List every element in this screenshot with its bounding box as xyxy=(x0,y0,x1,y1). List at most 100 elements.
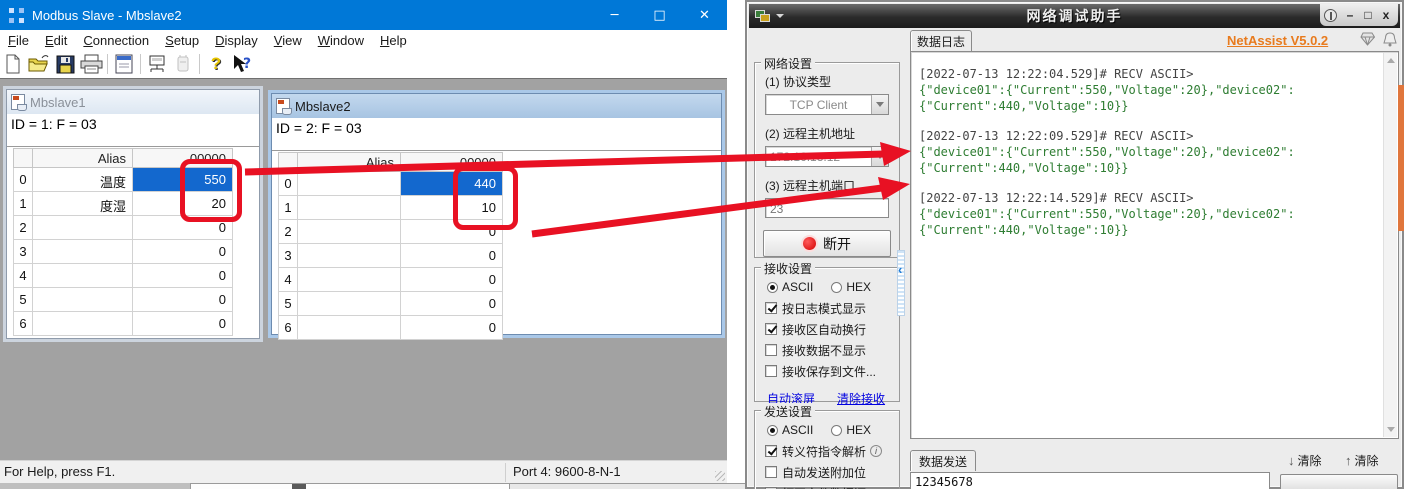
display-setup-icon[interactable] xyxy=(111,52,137,76)
checkbox[interactable] xyxy=(765,445,777,457)
radio-ascii[interactable]: ASCII xyxy=(767,423,813,437)
menu-setup[interactable]: Setup xyxy=(157,33,207,48)
checkbox-row[interactable]: 转义符指令解析 i xyxy=(765,444,899,459)
table-row[interactable]: 60 xyxy=(278,316,503,340)
checkbox-row[interactable]: 按日志模式显示 xyxy=(765,301,899,316)
chevron-down-icon[interactable] xyxy=(776,14,784,18)
register-value-cell[interactable]: 0 xyxy=(133,264,233,288)
send-data-input[interactable]: 12345678 xyxy=(910,472,1270,489)
dropdown-arrow-icon[interactable] xyxy=(871,95,888,114)
radio-hex[interactable]: HEX xyxy=(831,280,871,294)
alias-cell[interactable] xyxy=(33,240,133,264)
checkbox-row[interactable]: 接收数据不显示 xyxy=(765,343,899,358)
netassist-app-icon[interactable] xyxy=(755,9,771,23)
gem-icon[interactable] xyxy=(1360,32,1376,51)
disconnect-button[interactable]: 断开 xyxy=(763,230,891,257)
alias-cell[interactable] xyxy=(298,172,401,196)
alias-cell[interactable]: 温度 xyxy=(33,168,133,192)
clear-receive-button[interactable]: ↓ 清除 xyxy=(1288,451,1322,469)
alias-cell[interactable] xyxy=(33,288,133,312)
minimize-button[interactable]: ─ xyxy=(592,0,637,30)
protocol-select[interactable]: TCP Client xyxy=(765,94,889,115)
panel-scrollbar[interactable] xyxy=(897,250,905,316)
host-select[interactable]: 172.16.13.12 xyxy=(765,146,889,167)
send-button[interactable] xyxy=(1280,474,1398,489)
register-value-cell[interactable]: 0 xyxy=(401,244,503,268)
modbus-titlebar[interactable]: Modbus Slave - Mbslave2 ─ □ ✕ xyxy=(0,0,727,30)
menu-file[interactable]: File xyxy=(0,33,37,48)
alias-cell[interactable] xyxy=(298,244,401,268)
resize-grip[interactable] xyxy=(715,471,725,481)
table-row[interactable]: 50 xyxy=(13,288,233,312)
menu-help[interactable]: Help xyxy=(372,33,415,48)
port-input[interactable]: 23 xyxy=(765,198,889,218)
alias-cell[interactable] xyxy=(298,196,401,220)
clear-send-button[interactable]: ↑ 清除 xyxy=(1345,451,1379,469)
alias-cell[interactable] xyxy=(298,268,401,292)
maximize-button[interactable]: □ xyxy=(1360,7,1376,23)
netassist-titlebar[interactable]: 网络调试助手 – □ x xyxy=(749,4,1400,28)
register-value-cell[interactable]: 0 xyxy=(133,312,233,336)
table-row[interactable]: 60 xyxy=(13,312,233,336)
info-icon[interactable]: i xyxy=(870,445,883,457)
alias-cell[interactable] xyxy=(33,264,133,288)
save-icon[interactable] xyxy=(52,52,78,76)
log-scrollbar[interactable] xyxy=(1383,53,1397,437)
radio-ascii[interactable]: ASCII xyxy=(767,280,813,294)
dropdown-arrow-icon[interactable] xyxy=(871,147,888,166)
alias-column-header[interactable]: Alias xyxy=(33,148,133,168)
register-value-cell[interactable]: 0 xyxy=(401,292,503,316)
checkbox-row[interactable]: 自动发送附加位 xyxy=(765,465,899,480)
help-icon[interactable]: ? xyxy=(203,52,229,76)
panel-collapse-icon[interactable]: ‹ xyxy=(898,263,902,276)
pin-icon[interactable] xyxy=(1324,8,1337,22)
checkbox[interactable] xyxy=(765,466,777,478)
mbslave2-titlebar[interactable]: Mbslave2 xyxy=(272,94,721,118)
tab-data-send[interactable]: 数据发送 xyxy=(910,450,976,471)
menu-window[interactable]: Window xyxy=(310,33,372,48)
mbslave1-titlebar[interactable]: Mbslave1 xyxy=(7,90,259,114)
scroll-up-icon[interactable] xyxy=(1387,58,1395,63)
register-value-cell[interactable]: 0 xyxy=(133,288,233,312)
close-button[interactable]: x xyxy=(1378,7,1394,23)
table-row[interactable]: 30 xyxy=(278,244,503,268)
minimize-button[interactable]: – xyxy=(1342,7,1358,23)
tab-data-log[interactable]: 数据日志 xyxy=(910,30,972,51)
table-row[interactable]: 50 xyxy=(278,292,503,316)
checkbox-row[interactable]: 接收区自动换行 xyxy=(765,322,899,337)
table-row[interactable]: 40 xyxy=(13,264,233,288)
new-icon[interactable] xyxy=(0,52,26,76)
connection-setup-icon[interactable] xyxy=(144,52,170,76)
maximize-button[interactable]: □ xyxy=(637,0,682,30)
checkbox-row[interactable]: 接收保存到文件... xyxy=(765,364,899,379)
checkbox[interactable] xyxy=(765,323,777,335)
register-value-cell[interactable]: 0 xyxy=(401,316,503,340)
alias-cell[interactable] xyxy=(33,312,133,336)
menu-edit[interactable]: Edit xyxy=(37,33,75,48)
checkbox[interactable] xyxy=(765,344,777,356)
menu-display[interactable]: Display xyxy=(207,33,266,48)
bell-icon[interactable] xyxy=(1383,32,1397,52)
context-help-icon[interactable]: ? xyxy=(229,52,255,76)
print-icon[interactable] xyxy=(78,52,104,76)
netassist-version-link[interactable]: NetAssist V5.0.2 xyxy=(1227,33,1328,48)
checkbox[interactable] xyxy=(765,365,777,377)
radio-hex[interactable]: HEX xyxy=(831,423,871,437)
scroll-down-icon[interactable] xyxy=(1387,427,1395,432)
menu-view[interactable]: View xyxy=(266,33,310,48)
checkbox[interactable] xyxy=(765,302,777,314)
open-folder-icon[interactable] xyxy=(26,52,52,76)
register-value-cell[interactable]: 0 xyxy=(401,268,503,292)
alias-cell[interactable] xyxy=(298,316,401,340)
alias-cell[interactable] xyxy=(33,216,133,240)
alias-cell[interactable] xyxy=(298,292,401,316)
table-row[interactable]: 30 xyxy=(13,240,233,264)
close-button[interactable]: ✕ xyxy=(682,0,727,30)
menu-connection[interactable]: Connection xyxy=(75,33,157,48)
alias-column-header[interactable]: Alias xyxy=(298,152,401,172)
data-log-area[interactable]: [2022-07-13 12:22:04.529]# RECV ASCII> {"… xyxy=(910,51,1399,439)
alias-cell[interactable]: 度湿 xyxy=(33,192,133,216)
clear-receive-link[interactable]: 清除接收 xyxy=(837,390,885,407)
register-value-cell[interactable]: 0 xyxy=(133,240,233,264)
table-row[interactable]: 40 xyxy=(278,268,503,292)
